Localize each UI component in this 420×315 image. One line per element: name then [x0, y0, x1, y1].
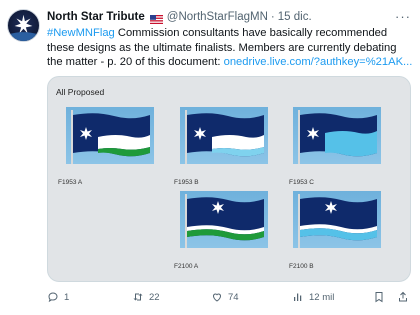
bookmark-icon	[375, 292, 383, 303]
views-button[interactable]: 12 mil	[292, 288, 334, 306]
reply-count: 1	[64, 291, 70, 303]
bookmark-button[interactable]	[373, 288, 390, 306]
tweet-header: North Star Tribute @NorthStarFlagMN · 15…	[47, 9, 312, 25]
separator: ·	[270, 11, 275, 23]
heart-icon	[212, 293, 222, 302]
flag-image-f1953b[interactable]	[180, 107, 268, 164]
retweet-button[interactable]: 22	[132, 288, 160, 306]
views-icon	[294, 293, 302, 301]
flag-label: F1953 B	[174, 179, 199, 186]
like-button[interactable]: 74	[211, 288, 239, 306]
reply-icon	[48, 292, 58, 303]
retweet-count: 22	[149, 291, 160, 303]
author-handle[interactable]: @NorthStarFlagMN	[167, 9, 268, 25]
more-options-icon[interactable]: ···	[395, 9, 411, 24]
flag-image-f2100b[interactable]	[293, 191, 381, 248]
tweet-actions: 1 22 74 12 mil	[47, 288, 411, 306]
flag-label: F2100 B	[289, 263, 314, 270]
flag-label: F2100 A	[174, 263, 199, 270]
tweet-date[interactable]: 15 dic.	[278, 9, 312, 25]
hashtag-link[interactable]: #NewMNFlag	[47, 27, 115, 39]
share-button[interactable]	[397, 288, 414, 306]
like-count: 74	[228, 291, 239, 303]
flag-image-f1953c[interactable]	[293, 107, 381, 164]
author-name[interactable]: North Star Tribute	[47, 9, 145, 25]
reply-button[interactable]: 1	[47, 288, 69, 306]
tweet-text: #NewMNFlag Commission consultants have b…	[47, 26, 415, 70]
tweet[interactable]: North Star Tribute @NorthStarFlagMN · 15…	[0, 0, 420, 315]
document-link[interactable]: onedrive.live.com/?authkey=%21AK...	[224, 56, 413, 68]
flag-image-f1953a[interactable]	[66, 107, 154, 164]
views-count: 12 mil	[309, 291, 335, 303]
flag-label: F1953 C	[289, 179, 314, 186]
us-flag-icon	[149, 13, 163, 24]
avatar[interactable]	[7, 9, 40, 42]
media-card[interactable]: All Proposed F1953 A F1953 B F1953 C F21…	[47, 76, 411, 282]
share-icon	[399, 291, 407, 302]
retweet-icon	[133, 293, 143, 301]
flag-image-f2100a[interactable]	[180, 191, 268, 248]
flag-label: F1953 A	[58, 179, 83, 186]
card-title: All Proposed	[56, 87, 105, 97]
